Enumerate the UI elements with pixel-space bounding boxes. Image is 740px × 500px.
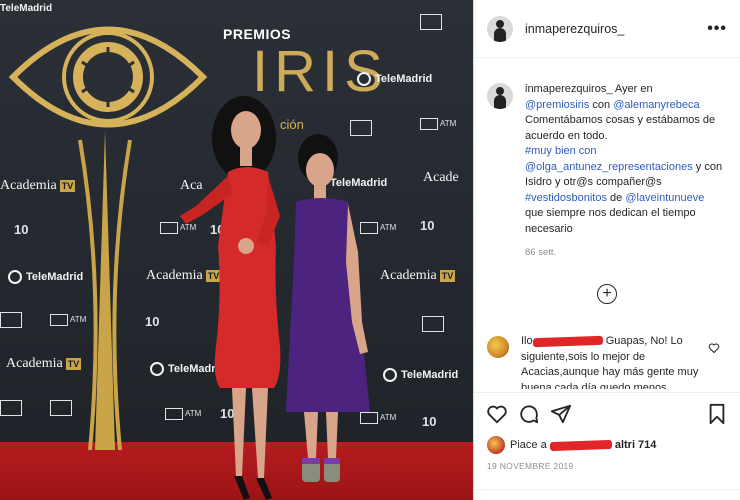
post-caption: inmaperezquiros_ Ayer en @premiosiris co…: [487, 82, 732, 261]
caption-fragment: que siempre nos dedican el tiempo necesa…: [525, 207, 696, 235]
caption-text: inmaperezquiros_ Ayer en @premiosiris co…: [525, 82, 730, 261]
award-stand: [70, 130, 140, 450]
author-avatar[interactable]: [487, 15, 513, 42]
atm-logo: ATM: [50, 314, 86, 326]
mention-link[interactable]: @laveintunueve: [625, 192, 704, 204]
telemadrid-logo: TeleMadrid: [357, 72, 432, 86]
heart-icon[interactable]: [486, 403, 508, 425]
post-side-panel: inmaperezquiros_ ••• inmaperezquiros_ Ay…: [473, 0, 740, 500]
fundacion-logo: 10: [14, 222, 29, 237]
star-icon: [8, 270, 22, 284]
caption-fragment: Comentábamos cosas y estábamos de acuerd…: [525, 114, 716, 142]
comment-icon[interactable]: [518, 403, 540, 425]
liker-avatar[interactable]: [487, 436, 505, 454]
post-date[interactable]: 19 NOVEMBRE 2019: [487, 461, 574, 471]
caption-fragment: de: [610, 191, 623, 204]
caption-fragment: con: [592, 98, 611, 111]
hashtag-link[interactable]: #vestidosbonitos: [525, 192, 607, 204]
person-red-dress: [176, 96, 296, 500]
sponsor-logo: [422, 316, 444, 332]
post-actions: Piace a altri 714 19 NOVEMBRE 2019: [474, 392, 740, 500]
mention-link[interactable]: @olga_antunez_representaciones: [525, 161, 693, 173]
mention-link[interactable]: @alemanyrebeca: [613, 99, 699, 111]
sponsor-logo: [50, 400, 72, 416]
atm-logo: ATM: [420, 118, 456, 130]
redaction-mark: [549, 439, 612, 451]
caption-username[interactable]: inmaperezquiros_: [525, 83, 612, 95]
paper-plane-icon[interactable]: [550, 403, 572, 425]
fundacion-logo: 10: [145, 314, 160, 329]
star-icon: [150, 362, 164, 376]
likes-summary[interactable]: Piace a altri 714: [487, 436, 656, 454]
heart-icon[interactable]: [708, 342, 720, 354]
comment-text: Ilo Guapas, No! Lo siguiente,sois lo mej…: [521, 334, 716, 389]
likes-prefix: Piace a: [510, 439, 547, 451]
author-username[interactable]: inmaperezquiros_: [525, 22, 624, 36]
telemadrid-logo: TeleMadrid: [383, 368, 458, 382]
star-icon: [383, 368, 397, 382]
mention-link[interactable]: @premiosiris: [525, 99, 589, 111]
fundacion-logo: 10: [422, 414, 437, 429]
redaction-mark: [532, 335, 603, 347]
hashtag-link[interactable]: #muy bien con: [525, 145, 597, 157]
bookmark-icon[interactable]: [706, 403, 728, 425]
comment-item: Ilo Guapas, No! Lo siguiente,sois lo mej…: [487, 334, 727, 389]
caption-fragment: Ayer en: [614, 83, 653, 95]
person-purple-dress: [282, 132, 382, 500]
academia-tv-logo: Academia TV: [0, 178, 76, 193]
sponsor-logo: [0, 312, 22, 328]
post-time-ago[interactable]: 86 sett.: [525, 245, 730, 261]
academia-tv-logo: Academia TV: [6, 356, 82, 371]
commenter-username-prefix[interactable]: Ilo: [521, 335, 533, 347]
caption-avatar[interactable]: [487, 83, 513, 109]
academia-logo: Acade: [423, 170, 459, 185]
post-header: inmaperezquiros_ •••: [474, 0, 740, 58]
comment-composer-edge: [474, 489, 740, 500]
sponsor-logo: [0, 400, 22, 416]
academia-tv-logo: Academia TV: [380, 268, 456, 283]
telemadrid-logo: TeleMadrid: [8, 270, 83, 284]
plus-circle-icon[interactable]: +: [597, 284, 617, 304]
more-icon[interactable]: •••: [707, 20, 727, 38]
commenter-avatar[interactable]: [487, 336, 509, 358]
post-photo[interactable]: TeleMadrid PREMIOS IRIS ción TeleMadrid …: [0, 0, 473, 500]
fundacion-logo: 10: [420, 218, 435, 233]
telemadrid-logo: TeleMadrid: [0, 3, 53, 14]
star-icon: [357, 72, 371, 86]
likes-count[interactable]: altri 714: [615, 439, 657, 451]
sponsor-logo: [420, 14, 442, 30]
